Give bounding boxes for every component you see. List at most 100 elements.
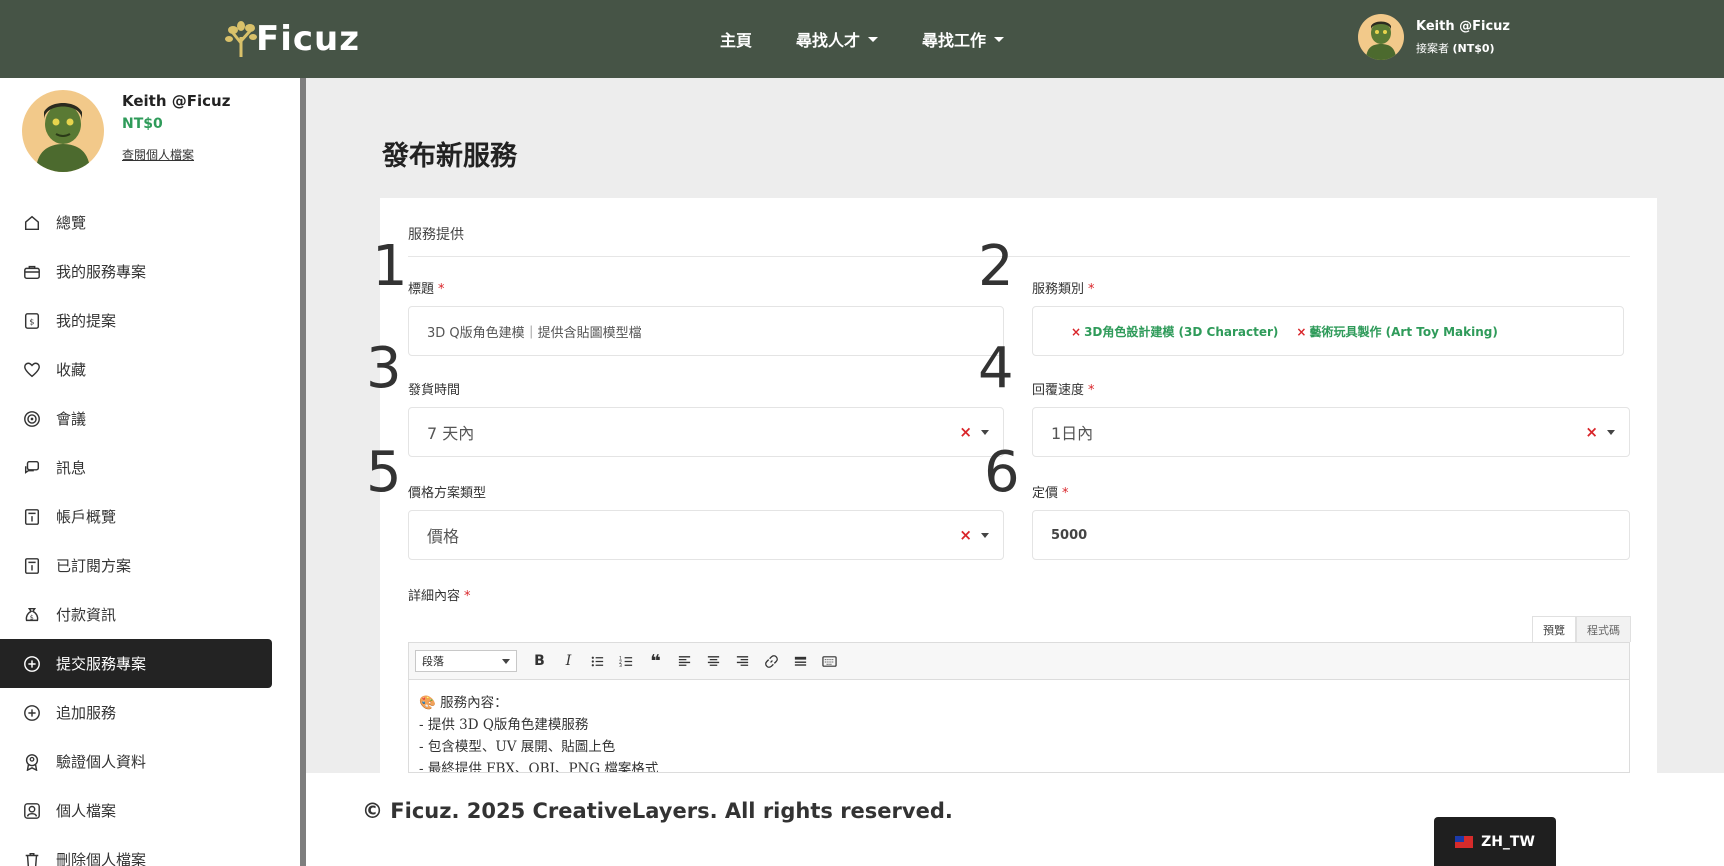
sidebar-item-meetings[interactable]: 會議 xyxy=(0,394,272,443)
category-tag[interactable]: × 藝術玩具製作 (Art Toy Making) xyxy=(1296,323,1497,340)
align-left-icon[interactable] xyxy=(670,647,699,675)
pricing-type-select[interactable]: 價格 × xyxy=(408,510,1004,560)
clear-icon[interactable]: × xyxy=(959,425,972,440)
heart-icon xyxy=(22,360,42,380)
brand-name: Ficuz xyxy=(256,19,361,59)
sidebar-item-label: 帳戶概覽 xyxy=(56,508,117,526)
italic-icon[interactable]: I xyxy=(554,647,583,675)
sidebar-item-label: 訊息 xyxy=(56,459,87,477)
chevron-down-icon xyxy=(868,36,879,42)
required-mark: * xyxy=(464,589,471,604)
sidebar-item-account-overview[interactable]: 帳戶概覽 xyxy=(0,492,272,541)
sidebar-item-messages[interactable]: 訊息 xyxy=(0,443,272,492)
delivery-select[interactable]: 7 天內 × xyxy=(408,407,1004,457)
nav-home[interactable]: 主頁 xyxy=(720,27,752,51)
format-select[interactable]: 段落 xyxy=(415,650,517,672)
nav-find-work[interactable]: 尋找工作 xyxy=(922,27,1005,51)
response-select[interactable]: 1日內 × xyxy=(1032,407,1630,457)
required-mark: * xyxy=(1088,383,1095,398)
sidebar-item-delete-profile[interactable]: 刪除個人檔案 xyxy=(0,835,272,866)
quote-icon[interactable]: ❝ xyxy=(641,647,670,675)
pricing-type-label-text: 價格方案類型 xyxy=(408,486,487,501)
horizontal-rule-icon[interactable] xyxy=(786,647,815,675)
sidebar-balance: NT$0 xyxy=(122,116,163,132)
remove-tag-icon[interactable]: × xyxy=(1296,325,1306,339)
editor-tabs: 預覽 程式碼 xyxy=(1532,616,1631,642)
nav-find-talent[interactable]: 尋找人才 xyxy=(796,27,879,51)
sidebar-item-label: 提交服務專案 xyxy=(56,655,147,673)
sidebar-item-overview[interactable]: 總覽 xyxy=(0,198,272,247)
clear-icon[interactable]: × xyxy=(959,528,972,543)
keyboard-icon[interactable] xyxy=(815,647,844,675)
sidebar-item-favorites[interactable]: 收藏 xyxy=(0,345,272,394)
sidebar-user-name: Keith @Ficuz xyxy=(122,92,231,110)
annotation-number: 6 xyxy=(984,440,1020,505)
sidebar-item-my-services[interactable]: 我的服務專案 xyxy=(0,247,272,296)
category-tag[interactable]: × 3D角色設計建模 (3D Character) xyxy=(1071,323,1278,340)
sidebar-item-label: 付款資訊 xyxy=(56,606,117,624)
sidebar-item-label: 個人檔案 xyxy=(56,802,117,820)
language-switcher[interactable]: ZH_TW xyxy=(1434,817,1556,866)
sidebar-item-label: 我的服務專案 xyxy=(56,263,147,281)
svg-text:$: $ xyxy=(30,614,34,621)
editor-line: - 提供 3D Q版角色建模服務 xyxy=(419,717,589,733)
target-icon xyxy=(22,409,42,429)
language-label: ZH_TW xyxy=(1481,833,1535,850)
chevron-down-icon xyxy=(502,658,510,664)
sidebar-item-label: 收藏 xyxy=(56,361,87,379)
delivery-select-value: 7 天內 xyxy=(427,424,475,443)
chat-icon xyxy=(22,458,42,478)
bold-icon[interactable]: B xyxy=(525,647,554,675)
sidebar-scrollbar[interactable] xyxy=(300,78,306,866)
top-user-name: Keith @Ficuz xyxy=(1416,18,1510,34)
chevron-down-icon[interactable] xyxy=(981,532,989,538)
title-label-text: 標題 xyxy=(408,282,435,297)
chevron-down-icon[interactable] xyxy=(981,429,989,435)
avatar xyxy=(22,90,104,172)
subscription-icon xyxy=(22,556,42,576)
sidebar-item-my-proposals[interactable]: $ 我的提案 xyxy=(0,296,272,345)
annotation-number: 3 xyxy=(366,336,402,401)
tab-preview[interactable]: 預覽 xyxy=(1532,616,1576,642)
align-right-icon[interactable] xyxy=(728,647,757,675)
align-center-icon[interactable] xyxy=(699,647,728,675)
badge-icon xyxy=(22,752,42,772)
category-label: 服務類別 * xyxy=(1032,278,1095,297)
chevron-down-icon[interactable] xyxy=(1607,429,1615,435)
nav-find-talent-label: 尋找人才 xyxy=(796,31,861,50)
link-icon[interactable] xyxy=(757,647,786,675)
view-profile-link[interactable]: 查閱個人檔案 xyxy=(122,146,230,163)
top-user-menu[interactable]: Keith @Ficuz 接案者 (NT$0) xyxy=(1358,14,1510,60)
title-input[interactable]: 3D Q版角色建模｜提供含貼圖模型檔 xyxy=(408,306,1004,356)
sidebar-item-verify-profile[interactable]: 驗證個人資料 xyxy=(0,737,272,786)
price-input[interactable]: 5000 xyxy=(1032,510,1630,560)
sidebar-item-submit-service[interactable]: 提交服務專案 xyxy=(0,639,272,688)
pricing-type-select-value: 價格 xyxy=(427,527,460,546)
section-title: 服務提供 xyxy=(408,227,464,243)
ficuz-logo[interactable]: Ficuz xyxy=(224,14,360,64)
chevron-down-icon xyxy=(994,36,1005,42)
editor-content[interactable]: 🎨 服務內容： - 提供 3D Q版角色建模服務 - 包含模型、UV 展開、貼圖… xyxy=(408,680,1630,773)
nav-home-label: 主頁 xyxy=(720,31,753,50)
section-divider xyxy=(408,256,1630,257)
sidebar-item-profile[interactable]: 個人檔案 xyxy=(0,786,272,835)
category-multiselect[interactable]: × 3D角色設計建模 (3D Character) × 藝術玩具製作 (Art To… xyxy=(1032,306,1624,356)
sidebar-item-label: 追加服務 xyxy=(56,704,117,722)
title-input-value: 3D Q版角色建模｜提供含貼圖模型檔 xyxy=(427,325,642,341)
editor-line: - 最終提供 FBX、OBJ、PNG 檔案格式 xyxy=(419,761,659,773)
sidebar-item-payment-info[interactable]: $ 付款資訊 xyxy=(0,590,272,639)
detail-label-text: 詳細內容 xyxy=(408,589,461,604)
numbered-list-icon[interactable]: 123 xyxy=(612,647,641,675)
bullet-list-icon[interactable] xyxy=(583,647,612,675)
briefcase-icon xyxy=(22,262,42,282)
clear-icon[interactable]: × xyxy=(1585,425,1598,440)
editor-toolbar: 段落 B I 123 ❝ xyxy=(408,642,1630,680)
proposal-icon: $ xyxy=(22,311,42,331)
sidebar-item-subscriptions[interactable]: 已訂閱方案 xyxy=(0,541,272,590)
sidebar-item-add-service[interactable]: 追加服務 xyxy=(0,688,272,737)
price-input-value: 5000 xyxy=(1051,527,1088,543)
delivery-label-text: 發貨時間 xyxy=(408,383,461,398)
remove-tag-icon[interactable]: × xyxy=(1071,325,1081,339)
select-controls: × xyxy=(959,528,989,543)
tab-code[interactable]: 程式碼 xyxy=(1576,616,1631,642)
